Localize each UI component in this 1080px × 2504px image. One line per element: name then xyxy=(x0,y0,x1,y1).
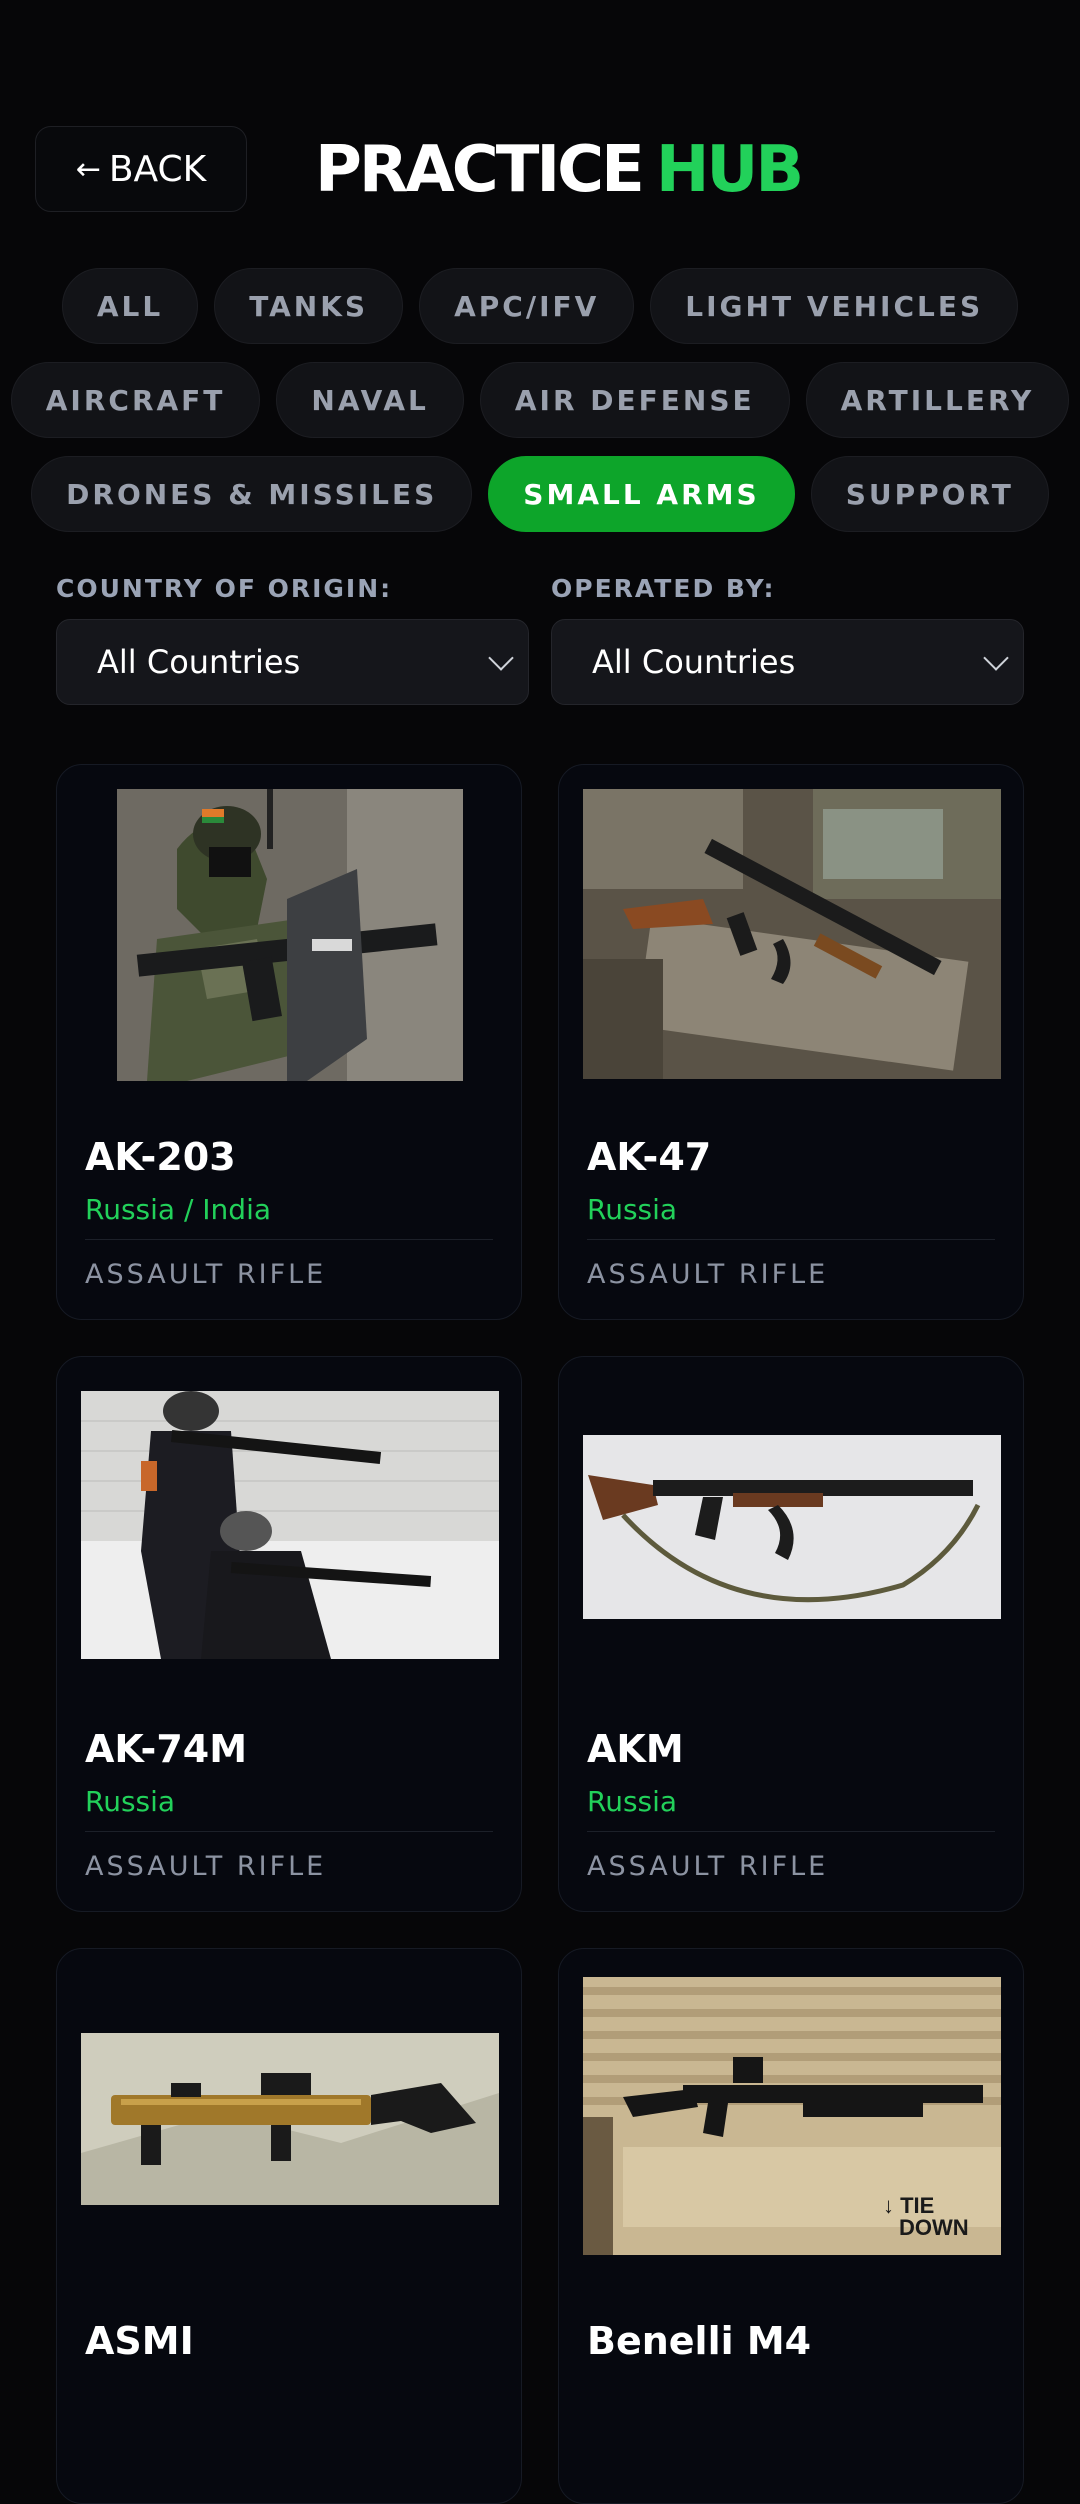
weapon-origin: Russia xyxy=(587,1193,678,1226)
card-divider xyxy=(85,1239,493,1240)
chip-aircraft[interactable]: AIRCRAFT xyxy=(10,362,261,438)
origin-selectors: COUNTRY OF ORIGIN: All Countries OPERATE… xyxy=(56,574,1024,705)
chip-support[interactable]: SUPPORT xyxy=(810,456,1049,532)
category-filters: ALL TANKS APC/IFV LIGHT VEHICLES AIRCRAF… xyxy=(0,268,1080,550)
chip-tanks[interactable]: TANKS xyxy=(214,268,404,344)
chevron-down-icon xyxy=(486,647,516,677)
weapon-card[interactable]: AK-203 Russia / India ASSAULT RIFLE xyxy=(56,764,522,1320)
chip-row-2: AIRCRAFT NAVAL AIR DEFENSE ARTILLERY xyxy=(0,362,1080,438)
country-of-origin-select[interactable]: All Countries xyxy=(56,619,529,705)
weapon-name: ASMI xyxy=(85,2319,194,2363)
country-of-origin-label: COUNTRY OF ORIGIN: xyxy=(56,574,393,603)
operated-by-select[interactable]: All Countries xyxy=(551,619,1024,705)
chip-artillery[interactable]: ARTILLERY xyxy=(805,362,1070,438)
header: ← BACK PRACTICE HUB xyxy=(35,126,1045,214)
operated-by-label: OPERATED BY: xyxy=(551,574,776,603)
chip-small-arms[interactable]: SMALL ARMS xyxy=(488,456,795,532)
chip-row-1: ALL TANKS APC/IFV LIGHT VEHICLES xyxy=(0,268,1080,344)
country-of-origin-group: COUNTRY OF ORIGIN: All Countries xyxy=(56,574,529,705)
chip-light-vehicles[interactable]: LIGHT VEHICLES xyxy=(650,268,1019,344)
chip-row-3: DRONES & MISSILES SMALL ARMS SUPPORT xyxy=(0,456,1080,532)
weapon-type: ASSAULT RIFLE xyxy=(587,1259,829,1290)
back-button[interactable]: ← BACK xyxy=(35,126,247,212)
title-main: PRACTICE xyxy=(315,133,645,207)
weapon-name: AK-47 xyxy=(587,1135,712,1179)
weapon-type: ASSAULT RIFLE xyxy=(85,1259,327,1290)
weapon-card[interactable]: ↓ TIE DOWN Benelli M4 xyxy=(558,1948,1024,2504)
chip-all[interactable]: ALL xyxy=(61,268,199,344)
chip-drones-missiles[interactable]: DRONES & MISSILES xyxy=(31,456,473,532)
weapon-name: AKM xyxy=(587,1727,684,1771)
chevron-down-icon xyxy=(981,647,1011,677)
chip-apc-ifv[interactable]: APC/IFV xyxy=(419,268,635,344)
weapon-type: ASSAULT RIFLE xyxy=(587,1851,829,1882)
weapon-card[interactable]: AK-74M Russia ASSAULT RIFLE xyxy=(56,1356,522,1912)
svg-text:DOWN: DOWN xyxy=(899,2215,969,2240)
weapon-name: AK-203 xyxy=(85,1135,236,1179)
weapon-photo xyxy=(583,1435,1001,1619)
weapon-card[interactable]: ASMI xyxy=(56,1948,522,2504)
weapon-photo xyxy=(117,789,463,1081)
title-accent: HUB xyxy=(655,133,804,207)
weapon-photo xyxy=(81,1391,499,1659)
weapon-card[interactable]: AK-47 Russia ASSAULT RIFLE xyxy=(558,764,1024,1320)
card-divider xyxy=(587,1239,995,1240)
weapon-name: Benelli M4 xyxy=(587,2319,812,2363)
back-label: BACK xyxy=(108,148,207,190)
operated-by-value: All Countries xyxy=(592,643,796,681)
weapon-card[interactable]: AKM Russia ASSAULT RIFLE xyxy=(558,1356,1024,1912)
chip-air-defense[interactable]: AIR DEFENSE xyxy=(479,362,790,438)
weapon-photo xyxy=(81,2033,499,2205)
weapon-origin: Russia / India xyxy=(85,1193,272,1226)
card-divider xyxy=(85,1831,493,1832)
country-of-origin-value: All Countries xyxy=(97,643,301,681)
weapon-origin: Russia xyxy=(587,1785,678,1818)
weapon-name: AK-74M xyxy=(85,1727,248,1771)
weapon-photo: ↓ TIE DOWN xyxy=(583,1977,1001,2255)
page-title: PRACTICE HUB xyxy=(315,126,804,214)
arrow-left-icon: ← xyxy=(75,151,101,187)
operated-by-group: OPERATED BY: All Countries xyxy=(551,574,1024,705)
weapon-photo xyxy=(583,789,1001,1079)
weapon-origin: Russia xyxy=(85,1785,176,1818)
card-divider xyxy=(587,1831,995,1832)
weapon-type: ASSAULT RIFLE xyxy=(85,1851,327,1882)
chip-naval[interactable]: NAVAL xyxy=(276,362,464,438)
